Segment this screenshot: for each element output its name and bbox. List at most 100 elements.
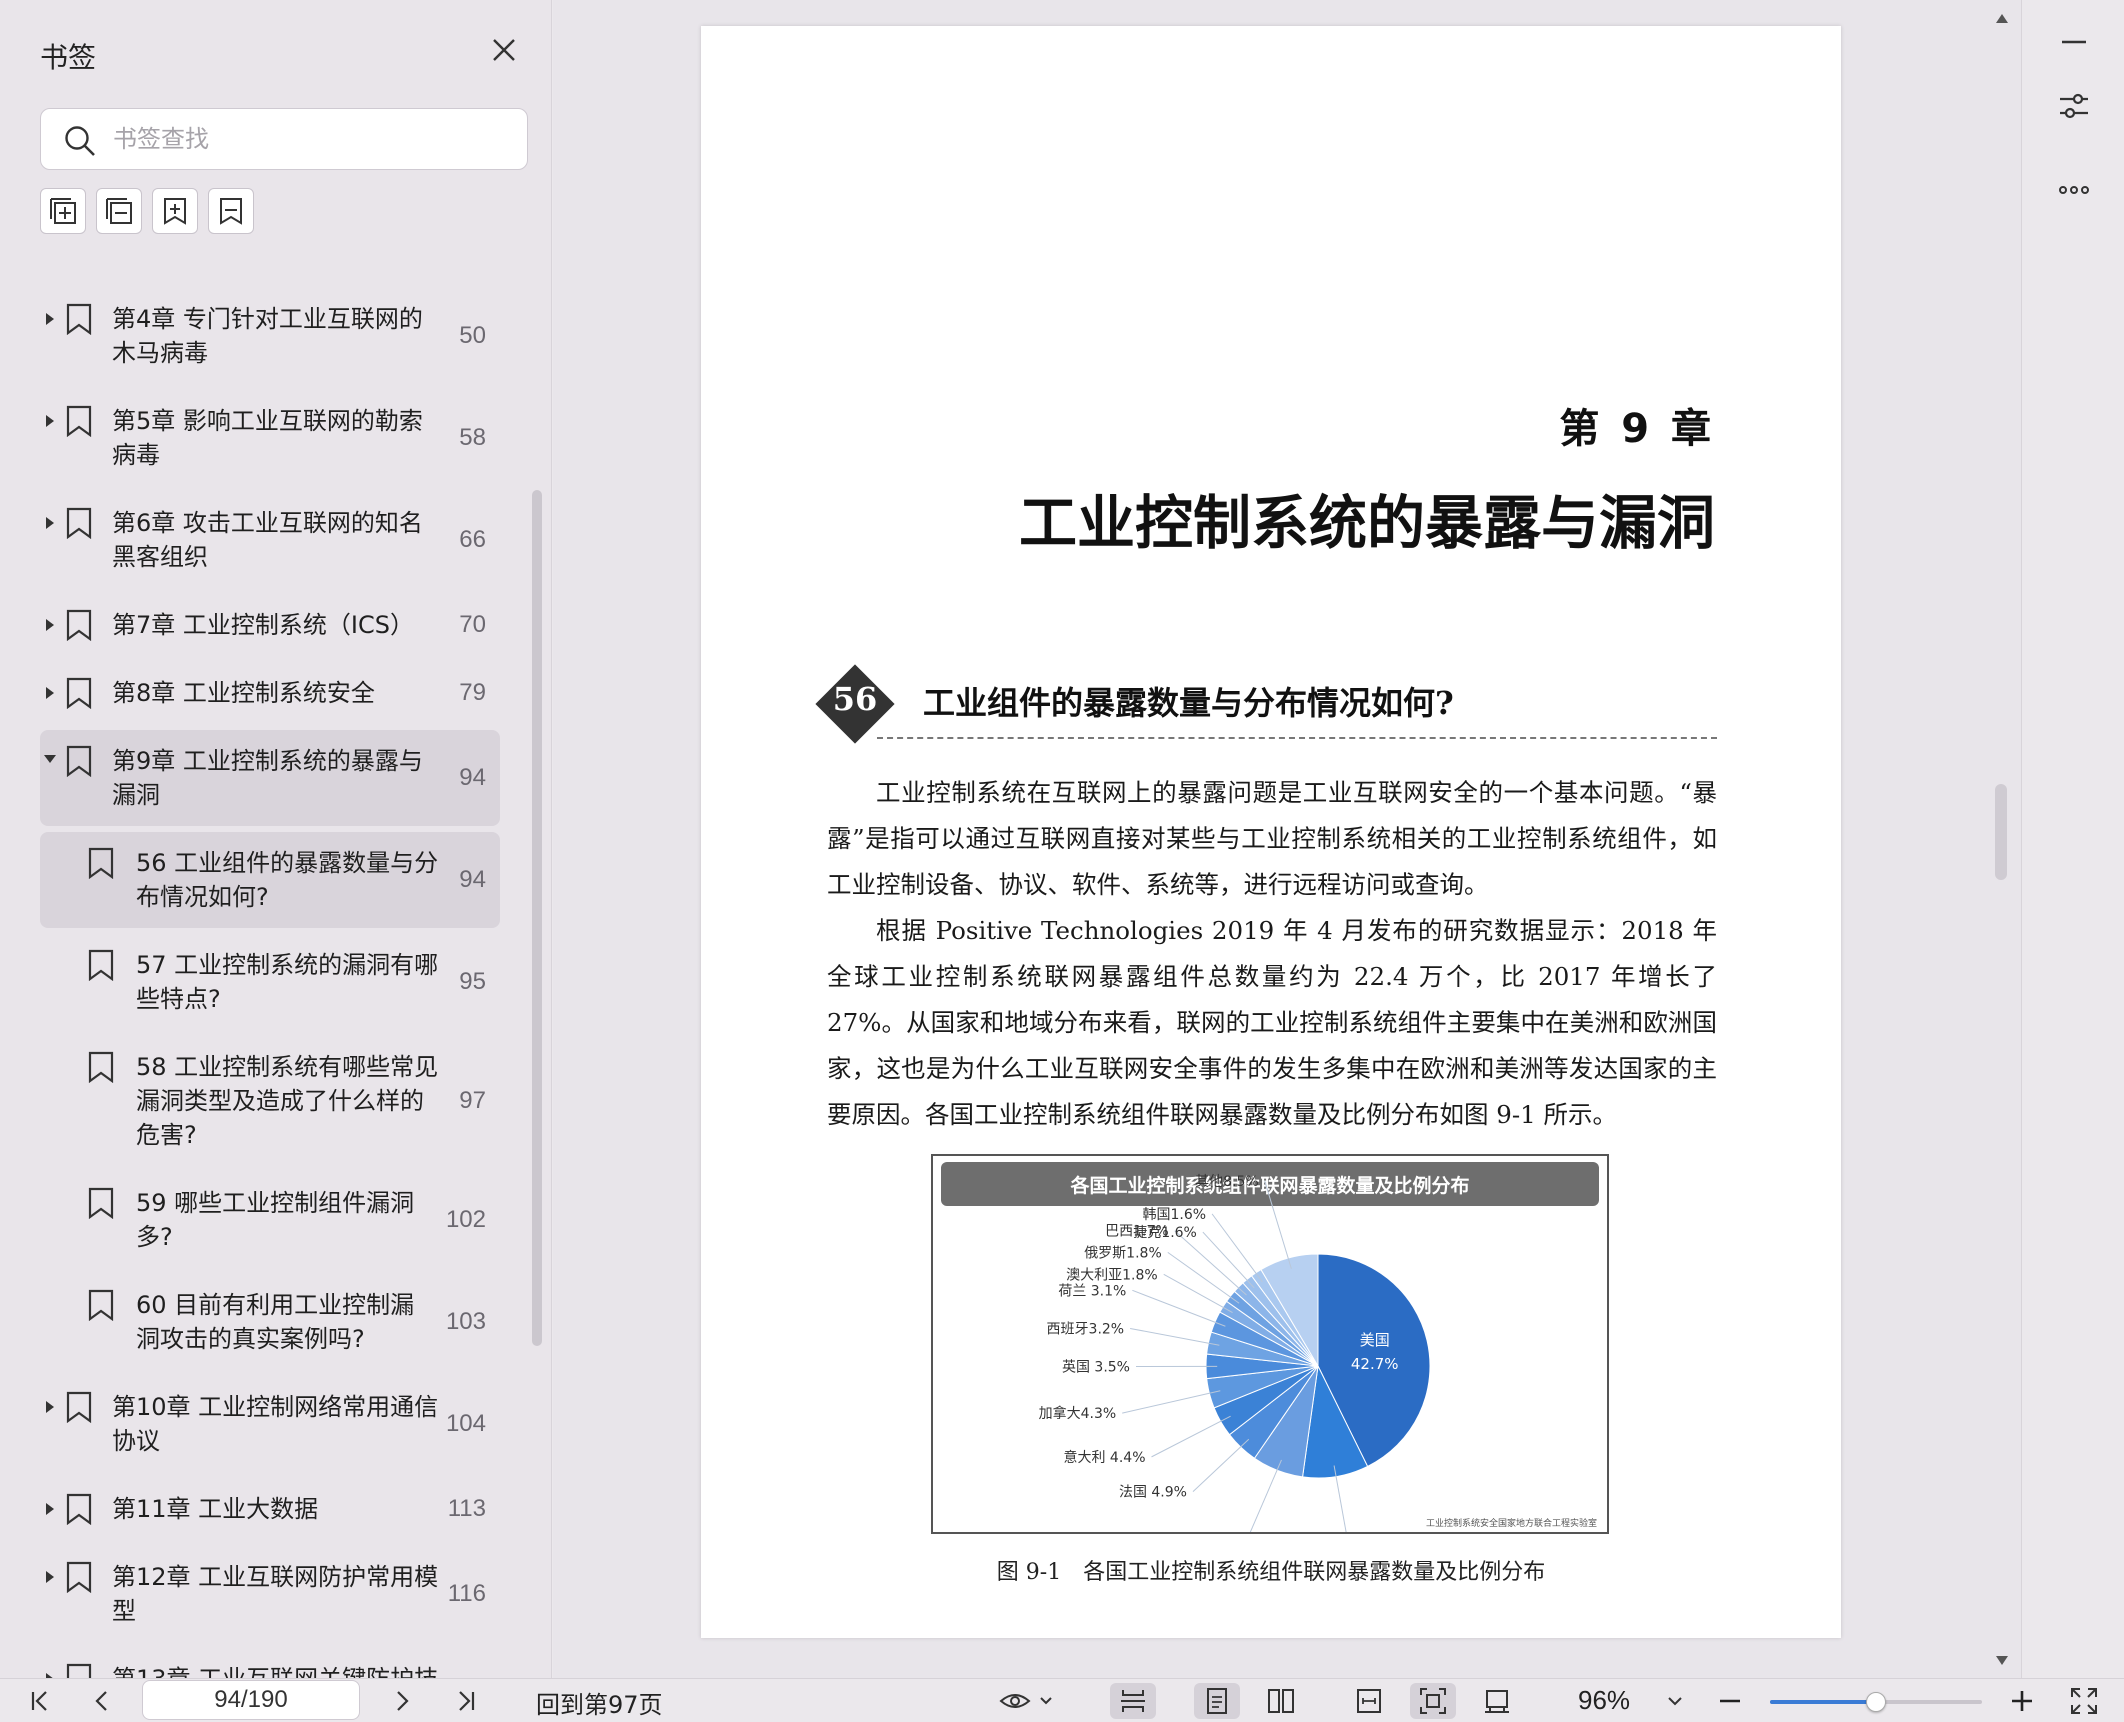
bookmark-label: 第5章 影响工业互联网的勒索 病毒	[112, 407, 423, 469]
plus-icon	[2012, 1691, 2032, 1711]
expand-arrow-right-icon[interactable]	[46, 517, 54, 529]
leader-line	[1130, 1327, 1220, 1346]
bookmark-icon	[66, 609, 92, 642]
expand-all-button[interactable]	[40, 188, 86, 234]
bookmark-label: 59 哪些工业控制组件漏洞 多?	[136, 1189, 415, 1251]
bookmark-chapter[interactable]: 第5章 影响工业互联网的勒索 病毒 58	[40, 390, 500, 486]
page-number-input[interactable]	[142, 1680, 360, 1720]
leader-line	[1151, 1415, 1231, 1458]
document-viewport: 第 9 章 工业控制系统的暴露与漏洞 56 工业组件的暴露数量与分布情况如何? …	[553, 0, 2021, 1678]
view-mode-dropdown[interactable]	[998, 1683, 1060, 1719]
document-scrollbar[interactable]	[1995, 784, 2007, 880]
slice-label: 法国 4.9%	[1119, 1485, 1187, 1501]
add-bookmark-icon	[164, 198, 186, 225]
bookmark-chapter[interactable]: 第4章 专门针对工业互联网的 木马病毒 50	[40, 288, 500, 384]
bookmark-chapter[interactable]: 第13章 工业互联网关键防护技	[40, 1648, 500, 1678]
search-input[interactable]	[113, 119, 513, 159]
bookmark-chapter[interactable]: 第10章 工业控制网络常用通信 协议 104	[40, 1376, 500, 1472]
sidebar-scrollbar[interactable]	[532, 490, 542, 1346]
adjust-icon[interactable]	[2054, 86, 2094, 126]
slice-label: 加拿大4.3%	[1039, 1405, 1117, 1422]
expand-arrow-down-icon[interactable]	[44, 755, 56, 763]
zoom-slider[interactable]	[1770, 1692, 1982, 1712]
two-page-icon	[1268, 1689, 1294, 1713]
fit-page-icon	[1420, 1688, 1446, 1714]
bookmark-section[interactable]: 56 工业组件的暴露数量与分 布情况如何? 94	[40, 832, 500, 928]
leader-line	[1122, 1390, 1221, 1414]
bookmark-page-number: 66	[459, 526, 486, 553]
bookmark-chapter[interactable]: 第12章 工业互联网防护常用模 型 116	[40, 1546, 500, 1642]
fit-page-button[interactable]	[1410, 1683, 1456, 1719]
bookmark-section[interactable]: 57 工业控制系统的漏洞有哪 些特点? 95	[40, 934, 500, 1030]
bookmark-label: 第10章 工业控制网络常用通信 协议	[112, 1393, 439, 1455]
expand-arrow-right-icon[interactable]	[46, 619, 54, 631]
chevron-right-icon	[397, 1691, 409, 1711]
next-page-button[interactable]	[384, 1683, 420, 1719]
zoom-out-button[interactable]	[1712, 1683, 1748, 1719]
rotate-button[interactable]	[1474, 1683, 1520, 1719]
expand-arrow-right-icon[interactable]	[46, 415, 54, 427]
bookmark-icon	[66, 1663, 92, 1678]
expand-all-icon	[50, 198, 76, 224]
bookmark-page-number: 95	[459, 968, 486, 995]
bookmark-chapter[interactable]: 第9章 工业控制系统的暴露与 漏洞 94	[40, 730, 500, 826]
bookmark-icon	[88, 847, 114, 880]
bookmark-icon	[66, 405, 92, 438]
goto-page-link[interactable]: 回到第97页	[536, 1685, 663, 1720]
bookmark-chapter[interactable]: 第6章 攻击工业互联网的知名 黑客组织 66	[40, 492, 500, 588]
minimize-icon[interactable]	[2054, 22, 2094, 62]
bookmark-label: 第13章 工业互联网关键防护技	[112, 1662, 438, 1678]
bookmark-icon	[66, 1391, 92, 1424]
slice-label: 意大利 4.4%	[1063, 1449, 1145, 1466]
bookmark-section[interactable]: 58 工业控制系统有哪些常见 漏洞类型及造成了什么样的 危害? 97	[40, 1036, 500, 1166]
bookmark-page-number: 102	[445, 1206, 486, 1233]
prev-page-button[interactable]	[84, 1683, 120, 1719]
bookmark-section[interactable]: 59 哪些工业控制组件漏洞 多? 102	[40, 1172, 500, 1268]
chevron-down-icon	[1040, 1697, 1052, 1705]
search-icon	[63, 124, 97, 158]
bookmark-label: 第9章 工业控制系统的暴露与 漏洞	[112, 747, 423, 809]
bookmark-label: 第6章 攻击工业互联网的知名 黑客组织	[112, 509, 423, 571]
add-bookmark-button[interactable]	[152, 188, 198, 234]
bookmark-page-number: 94	[459, 764, 486, 791]
single-page-button[interactable]	[1194, 1683, 1240, 1719]
section-number: 56	[832, 680, 878, 718]
bookmark-page-number: 113	[447, 1495, 486, 1522]
leader-line	[1132, 1289, 1226, 1327]
scroll-up-arrow-icon[interactable]	[1996, 14, 2008, 23]
bookmark-page-number: 103	[445, 1308, 486, 1335]
two-page-button[interactable]	[1258, 1683, 1304, 1719]
expand-arrow-right-icon[interactable]	[46, 313, 54, 325]
last-page-button[interactable]	[448, 1683, 484, 1719]
zoom-dropdown[interactable]	[1660, 1683, 1690, 1719]
bookmark-chapter[interactable]: 第11章 工业大数据 113	[40, 1478, 500, 1540]
chapter-title: 工业控制系统的暴露与漏洞	[1018, 489, 1715, 557]
fit-width-button[interactable]	[1346, 1683, 1392, 1719]
bookmark-button[interactable]	[208, 188, 254, 234]
bookmark-section[interactable]: 60 目前有利用工业控制漏 洞攻击的真实案例吗? 103	[40, 1274, 500, 1370]
zoom-slider-thumb[interactable]	[1866, 1692, 1886, 1712]
bookmark-chapter[interactable]: 第7章 工业控制系统（ICS） 70	[40, 594, 500, 656]
leader-line	[1244, 1459, 1282, 1546]
continuous-scroll-button[interactable]	[1110, 1683, 1156, 1719]
zoom-level[interactable]: 96%	[1578, 1685, 1630, 1716]
bookmark-icon	[88, 1051, 114, 1084]
more-icon[interactable]	[2054, 170, 2094, 210]
zoom-in-button[interactable]	[2004, 1683, 2040, 1719]
bookmark-icon	[66, 745, 92, 778]
expand-arrow-right-icon[interactable]	[46, 1503, 54, 1515]
expand-arrow-right-icon[interactable]	[46, 687, 54, 699]
first-page-button[interactable]	[22, 1683, 58, 1719]
bookmark-search-box[interactable]	[40, 108, 528, 170]
close-icon[interactable]	[488, 34, 520, 66]
collapse-all-button[interactable]	[96, 188, 142, 234]
expand-arrow-right-icon[interactable]	[46, 1571, 54, 1583]
bookmark-chapter[interactable]: 第8章 工业控制系统安全 79	[40, 662, 500, 724]
collapse-all-icon	[106, 198, 132, 224]
bookmark-icon	[88, 1187, 114, 1220]
expand-arrow-right-icon[interactable]	[46, 1401, 54, 1413]
fullscreen-button[interactable]	[2064, 1683, 2104, 1719]
scroll-down-arrow-icon[interactable]	[1996, 1656, 2008, 1665]
bookmark-label: 第4章 专门针对工业互联网的 木马病毒	[112, 305, 423, 367]
bookmark-icon	[66, 507, 92, 540]
